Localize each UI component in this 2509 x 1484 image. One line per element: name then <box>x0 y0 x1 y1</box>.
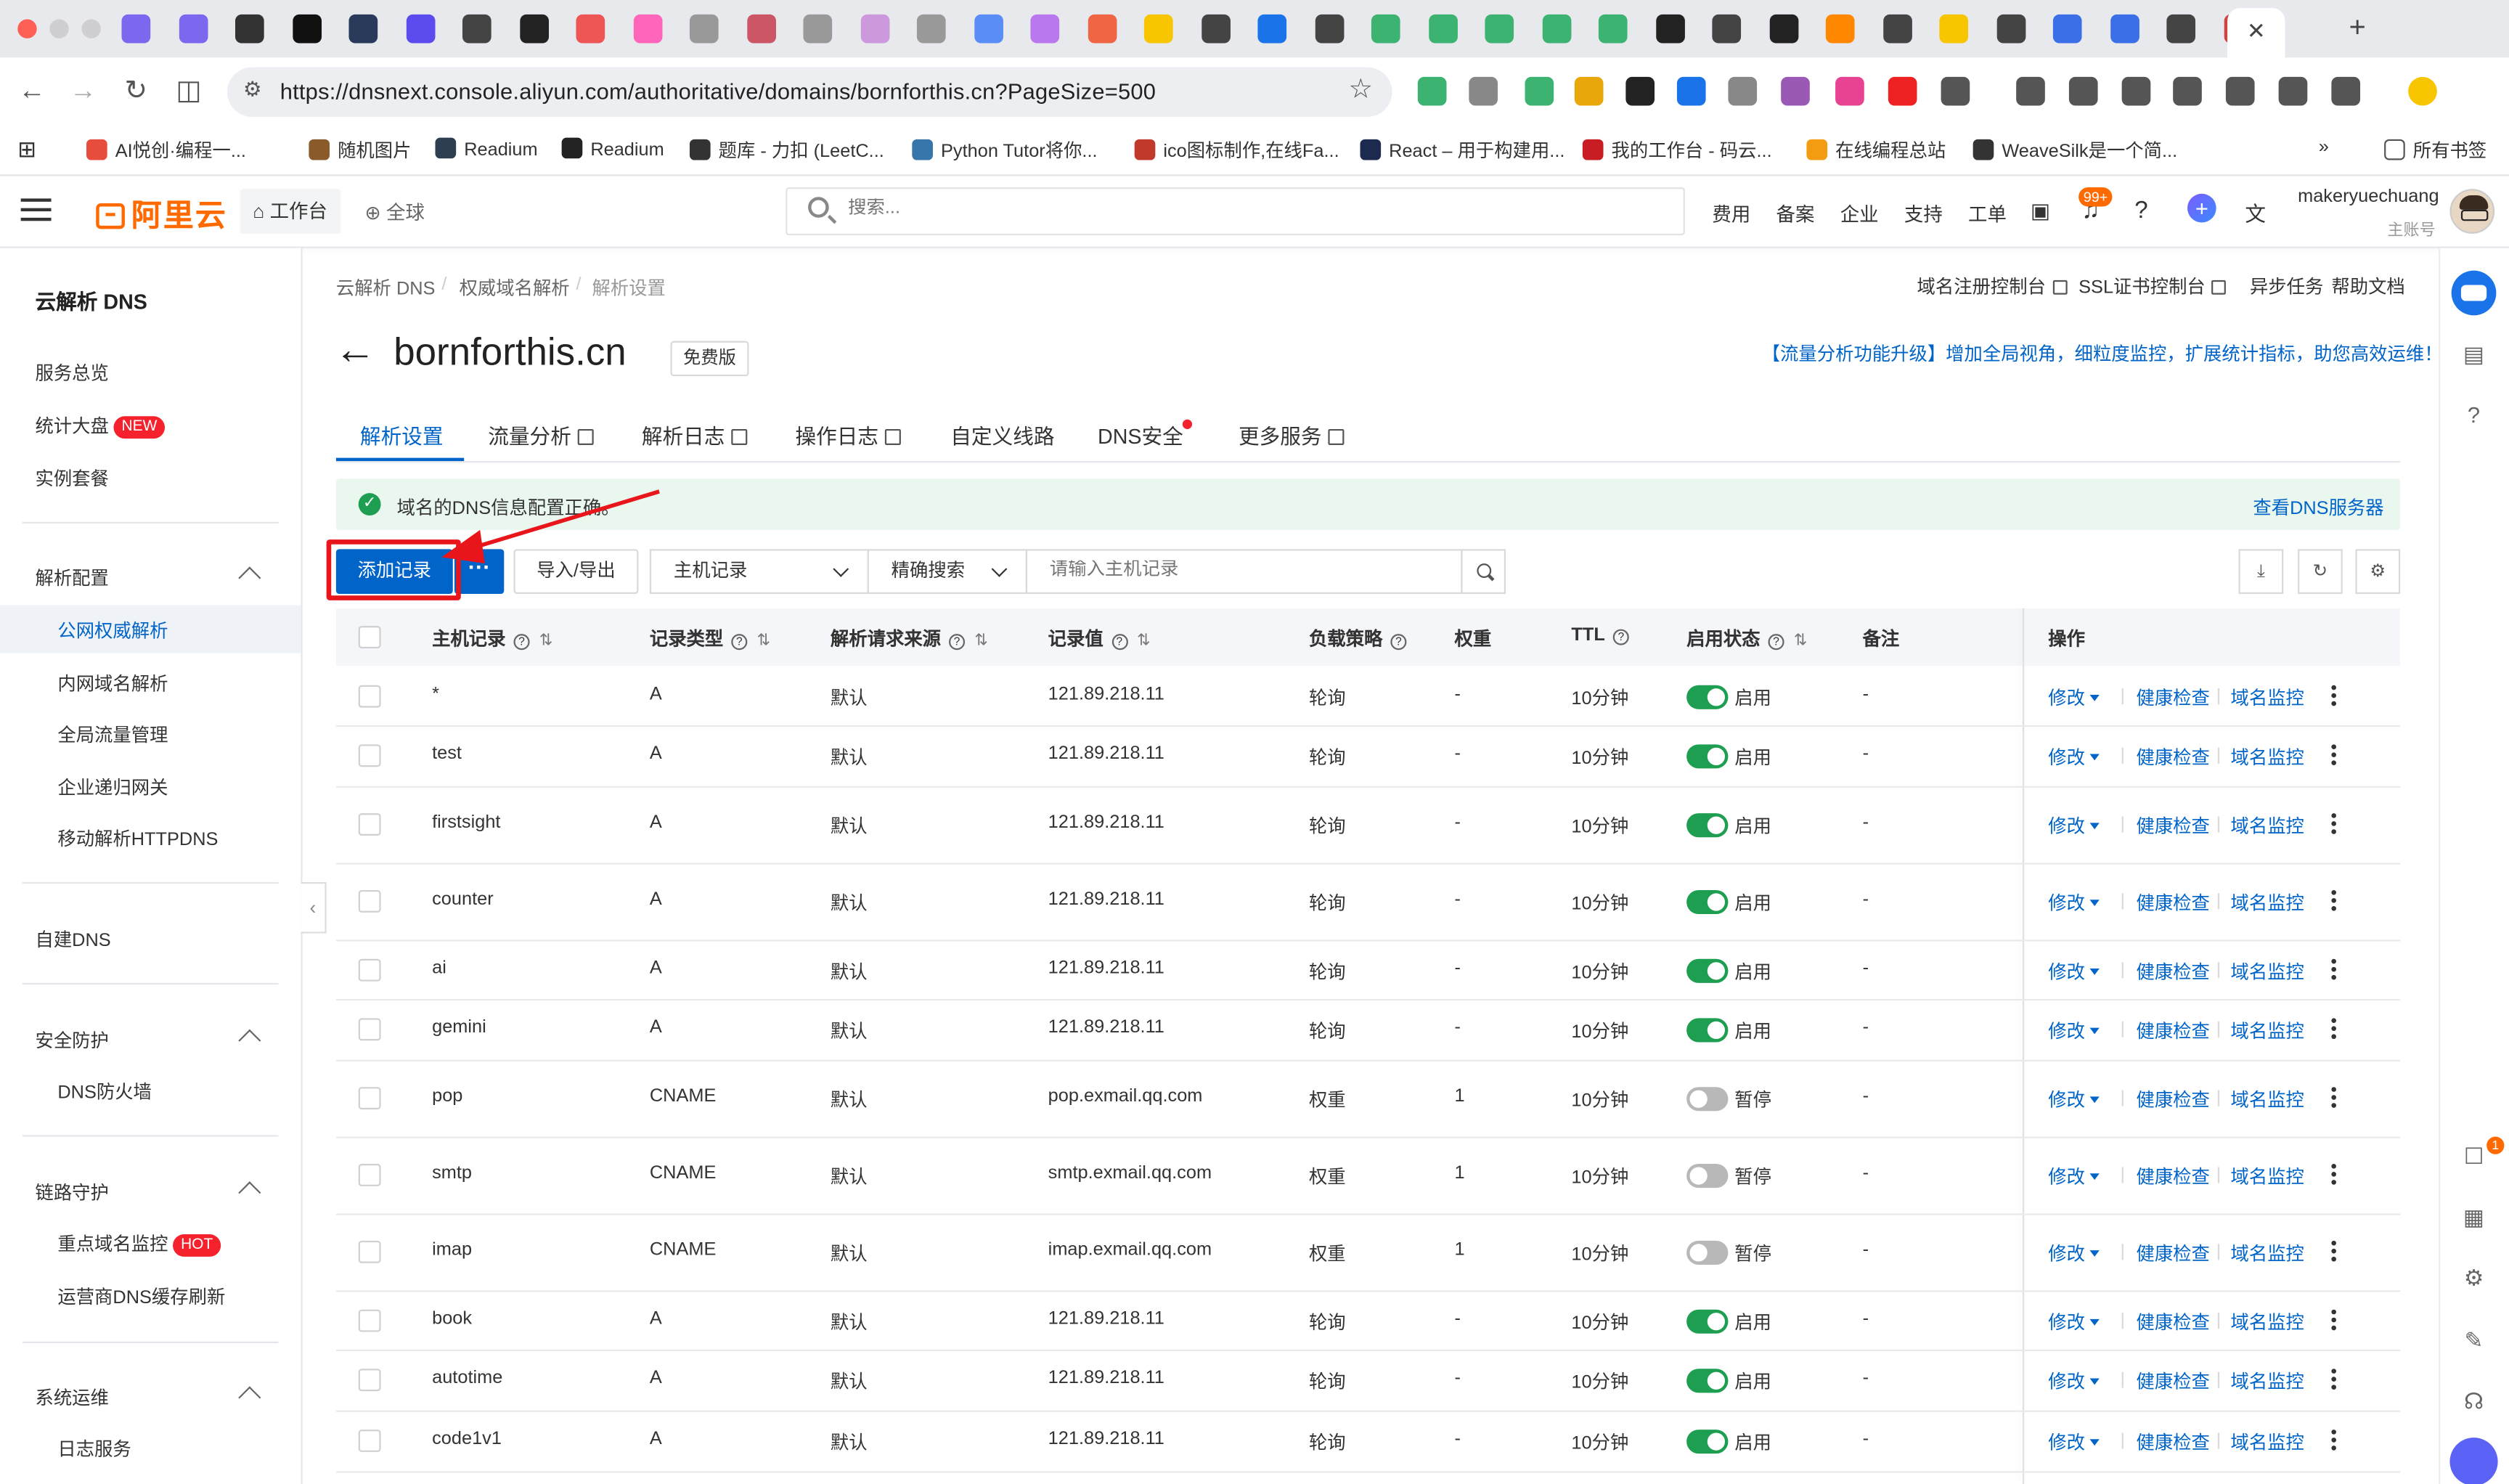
annotation-arrow <box>441 489 660 564</box>
